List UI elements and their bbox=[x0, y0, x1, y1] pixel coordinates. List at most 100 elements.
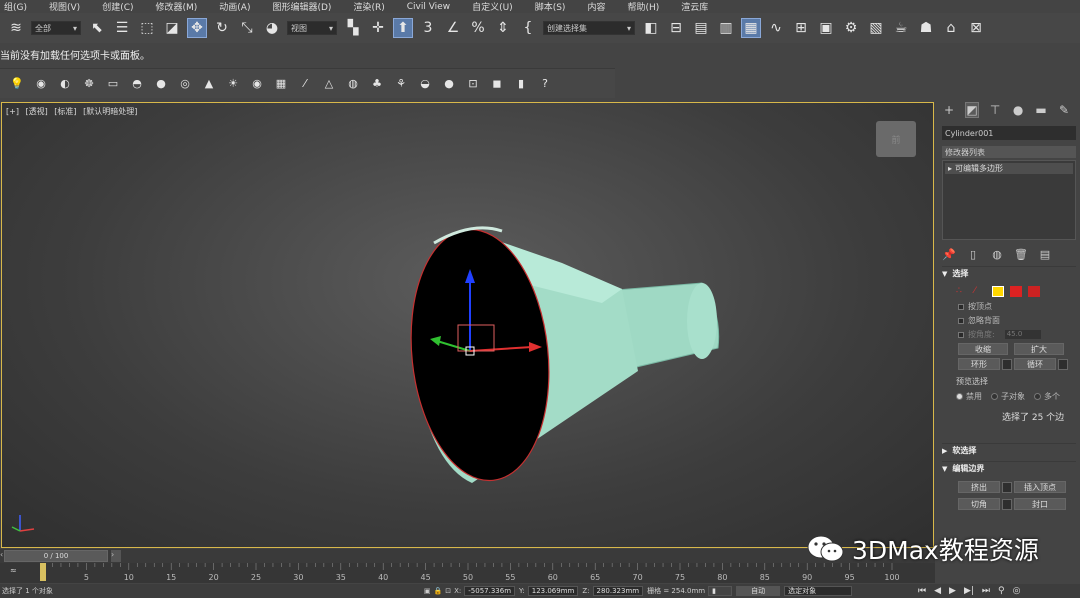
cone-light-icon[interactable]: ▲ bbox=[200, 75, 218, 93]
loop-spinner[interactable] bbox=[1058, 358, 1068, 370]
modify-tab-icon[interactable]: ◩ bbox=[964, 102, 980, 118]
render-setup-icon[interactable]: ⚙ bbox=[841, 18, 861, 38]
render-in-cloud-icon[interactable]: ⌂ bbox=[941, 18, 961, 38]
isolate-icon[interactable]: ▣ bbox=[424, 587, 431, 595]
object-name-field[interactable]: Cylinder001 bbox=[942, 126, 1076, 140]
time-slider-thumb[interactable]: 0 / 100 bbox=[4, 550, 108, 562]
camera-icon[interactable]: ◉ bbox=[32, 75, 50, 93]
sphere-icon[interactable]: ● bbox=[440, 75, 458, 93]
menu-view[interactable]: 视图(V) bbox=[49, 0, 80, 13]
help-icon[interactable]: ? bbox=[536, 75, 554, 93]
polygon-level-icon[interactable] bbox=[1010, 285, 1022, 297]
select-scale-icon[interactable]: ⤡ bbox=[237, 18, 257, 38]
next-frame-icon[interactable]: ▶| bbox=[964, 586, 974, 596]
chamfer-button[interactable]: 切角 bbox=[958, 498, 1000, 510]
pivot-center-icon[interactable]: ▚ bbox=[343, 18, 363, 38]
z-coord-field[interactable]: 280.323mm bbox=[592, 586, 644, 596]
menu-modifiers[interactable]: 修改器(M) bbox=[156, 0, 198, 13]
dome-icon[interactable]: ◓ bbox=[128, 75, 146, 93]
select-move-icon[interactable]: ✥ bbox=[187, 18, 207, 38]
orbit-icon[interactable]: ◎ bbox=[1013, 586, 1021, 596]
preview-multi-radio[interactable]: 多个 bbox=[1034, 391, 1060, 402]
go-to-start-icon[interactable]: ⏮ bbox=[918, 586, 926, 596]
preview-off-radio[interactable]: 禁用 bbox=[956, 391, 982, 402]
grid-icon[interactable]: ▦ bbox=[272, 75, 290, 93]
element-level-icon[interactable] bbox=[1028, 285, 1040, 297]
remove-modifier-icon[interactable]: 🗑 bbox=[1014, 248, 1028, 261]
menu-group[interactable]: 组(G) bbox=[4, 0, 27, 13]
extrude-button[interactable]: 挤出 bbox=[958, 481, 1000, 493]
render-iterative-icon[interactable]: ☗ bbox=[916, 18, 936, 38]
loop-button[interactable]: 循环 bbox=[1014, 358, 1056, 370]
chamfer-settings-button[interactable] bbox=[1002, 498, 1012, 510]
cube-icon[interactable]: ◼ bbox=[488, 75, 506, 93]
cap-button[interactable]: 封口 bbox=[1014, 498, 1066, 510]
rendered-frame-window-icon[interactable]: ▧ bbox=[866, 18, 886, 38]
keyboard-shortcut-override-icon[interactable]: ⬆ bbox=[393, 18, 413, 38]
shrink-button[interactable]: 收缩 bbox=[958, 343, 1008, 355]
brush-icon[interactable]: ⁄ bbox=[296, 75, 314, 93]
toggle-ribbon-icon[interactable]: ▦ bbox=[741, 18, 761, 38]
pin-stack-icon[interactable]: 📌 bbox=[942, 248, 956, 261]
insert-vertex-button[interactable]: 插入顶点 bbox=[1014, 481, 1066, 493]
select-rotate-icon[interactable]: ↻ bbox=[212, 18, 232, 38]
preview-subobject-radio[interactable]: 子对象 bbox=[991, 391, 1025, 402]
schematic-view-icon[interactable]: ⊞ bbox=[791, 18, 811, 38]
triangle-icon[interactable]: △ bbox=[320, 75, 338, 93]
reference-coordinate-dropdown[interactable]: 视图 ▾ bbox=[287, 21, 337, 35]
extrude-settings-button[interactable] bbox=[1002, 481, 1012, 493]
y-coord-field[interactable]: 123.069mm bbox=[527, 586, 579, 596]
motion-tab-icon[interactable]: ● bbox=[1011, 102, 1025, 118]
select-by-name-icon[interactable]: ☰ bbox=[112, 18, 132, 38]
box-icon[interactable]: ▭ bbox=[104, 75, 122, 93]
curve-editor-icon[interactable]: ∿ bbox=[766, 18, 786, 38]
a360-gallery-icon[interactable]: ⊠ bbox=[966, 18, 986, 38]
mirror-icon[interactable]: ◧ bbox=[641, 18, 661, 38]
add-time-tag-icon[interactable]: ▮ bbox=[708, 586, 733, 596]
track-bar[interactable]: ≈ 5 10 15 20 25 30 35 40 45 50 55 60 65 70 75 80 85 90 95 1… bbox=[0, 563, 935, 583]
disc-icon[interactable]: ● bbox=[152, 75, 170, 93]
absolute-mode-icon[interactable]: ⊡ bbox=[445, 587, 451, 595]
display-tab-icon[interactable]: ▬ bbox=[1034, 102, 1048, 118]
select-object-icon[interactable]: ⬉ bbox=[87, 18, 107, 38]
percent-snap-icon[interactable]: % bbox=[468, 18, 488, 38]
menu-customize[interactable]: 自定义(U) bbox=[472, 0, 513, 13]
time-slider[interactable]: ‹ 0 / 100 › bbox=[0, 549, 935, 563]
selection-filter-dropdown[interactable]: 全部 ▾ bbox=[31, 21, 81, 35]
spinner-snap-icon[interactable]: ⇕ bbox=[493, 18, 513, 38]
globe-icon[interactable]: ◍ bbox=[344, 75, 362, 93]
menu-rendering[interactable]: 渲染(R) bbox=[353, 0, 384, 13]
perspective-viewport[interactable]: [+] [透视] [标准] [默认明暗处理] 前 bbox=[1, 102, 934, 548]
play-icon[interactable]: ▶ bbox=[949, 586, 956, 596]
hierarchy-tab-icon[interactable]: ⊤ bbox=[988, 102, 1002, 118]
select-manipulate-icon[interactable]: ✛ bbox=[368, 18, 388, 38]
go-to-end-icon[interactable]: ⏭ bbox=[982, 586, 990, 596]
angle-snap-icon[interactable]: ∠ bbox=[443, 18, 463, 38]
curve-editor-mini-icon[interactable]: ≈ bbox=[10, 566, 17, 575]
menu-content[interactable]: 内容 bbox=[587, 0, 605, 13]
light-bulb-icon[interactable]: 💡 bbox=[8, 75, 26, 93]
render-production-icon[interactable]: ☕ bbox=[891, 18, 911, 38]
toggle-layer-explorer-icon[interactable]: ▥ bbox=[716, 18, 736, 38]
chevron-right-icon[interactable]: › bbox=[111, 550, 121, 562]
current-frame-marker[interactable] bbox=[40, 563, 46, 581]
ring-spinner[interactable] bbox=[1002, 358, 1012, 370]
window-crossing-icon[interactable]: ◪ bbox=[162, 18, 182, 38]
tag-icon[interactable]: ⊡ bbox=[464, 75, 482, 93]
make-unique-icon[interactable]: ◍ bbox=[990, 248, 1004, 261]
zoom-icon[interactable]: ⚲ bbox=[998, 586, 1005, 596]
configure-modifier-sets-icon[interactable]: ▤ bbox=[1038, 248, 1052, 261]
lock-icon[interactable]: 🔒 bbox=[434, 587, 443, 595]
show-end-result-icon[interactable]: ▯ bbox=[966, 248, 980, 261]
menu-scripting[interactable]: 脚本(S) bbox=[535, 0, 566, 13]
toggle-scene-explorer-icon[interactable]: ▤ bbox=[691, 18, 711, 38]
vertex-level-icon[interactable]: ∴ bbox=[956, 286, 968, 297]
ring-button[interactable]: 环形 bbox=[958, 358, 1000, 370]
align-icon[interactable]: ⊟ bbox=[666, 18, 686, 38]
selection-rollout-header[interactable]: ▼ 选择 bbox=[942, 266, 1076, 280]
edit-borders-rollout-header[interactable]: ▼ 编辑边界 bbox=[942, 461, 1076, 475]
by-vertex-checkbox[interactable]: 按顶点 bbox=[958, 301, 1080, 312]
tree-icon[interactable]: ⚘ bbox=[392, 75, 410, 93]
hair-icon[interactable]: ◎ bbox=[176, 75, 194, 93]
edit-named-selection-icon[interactable]: { bbox=[518, 18, 538, 38]
